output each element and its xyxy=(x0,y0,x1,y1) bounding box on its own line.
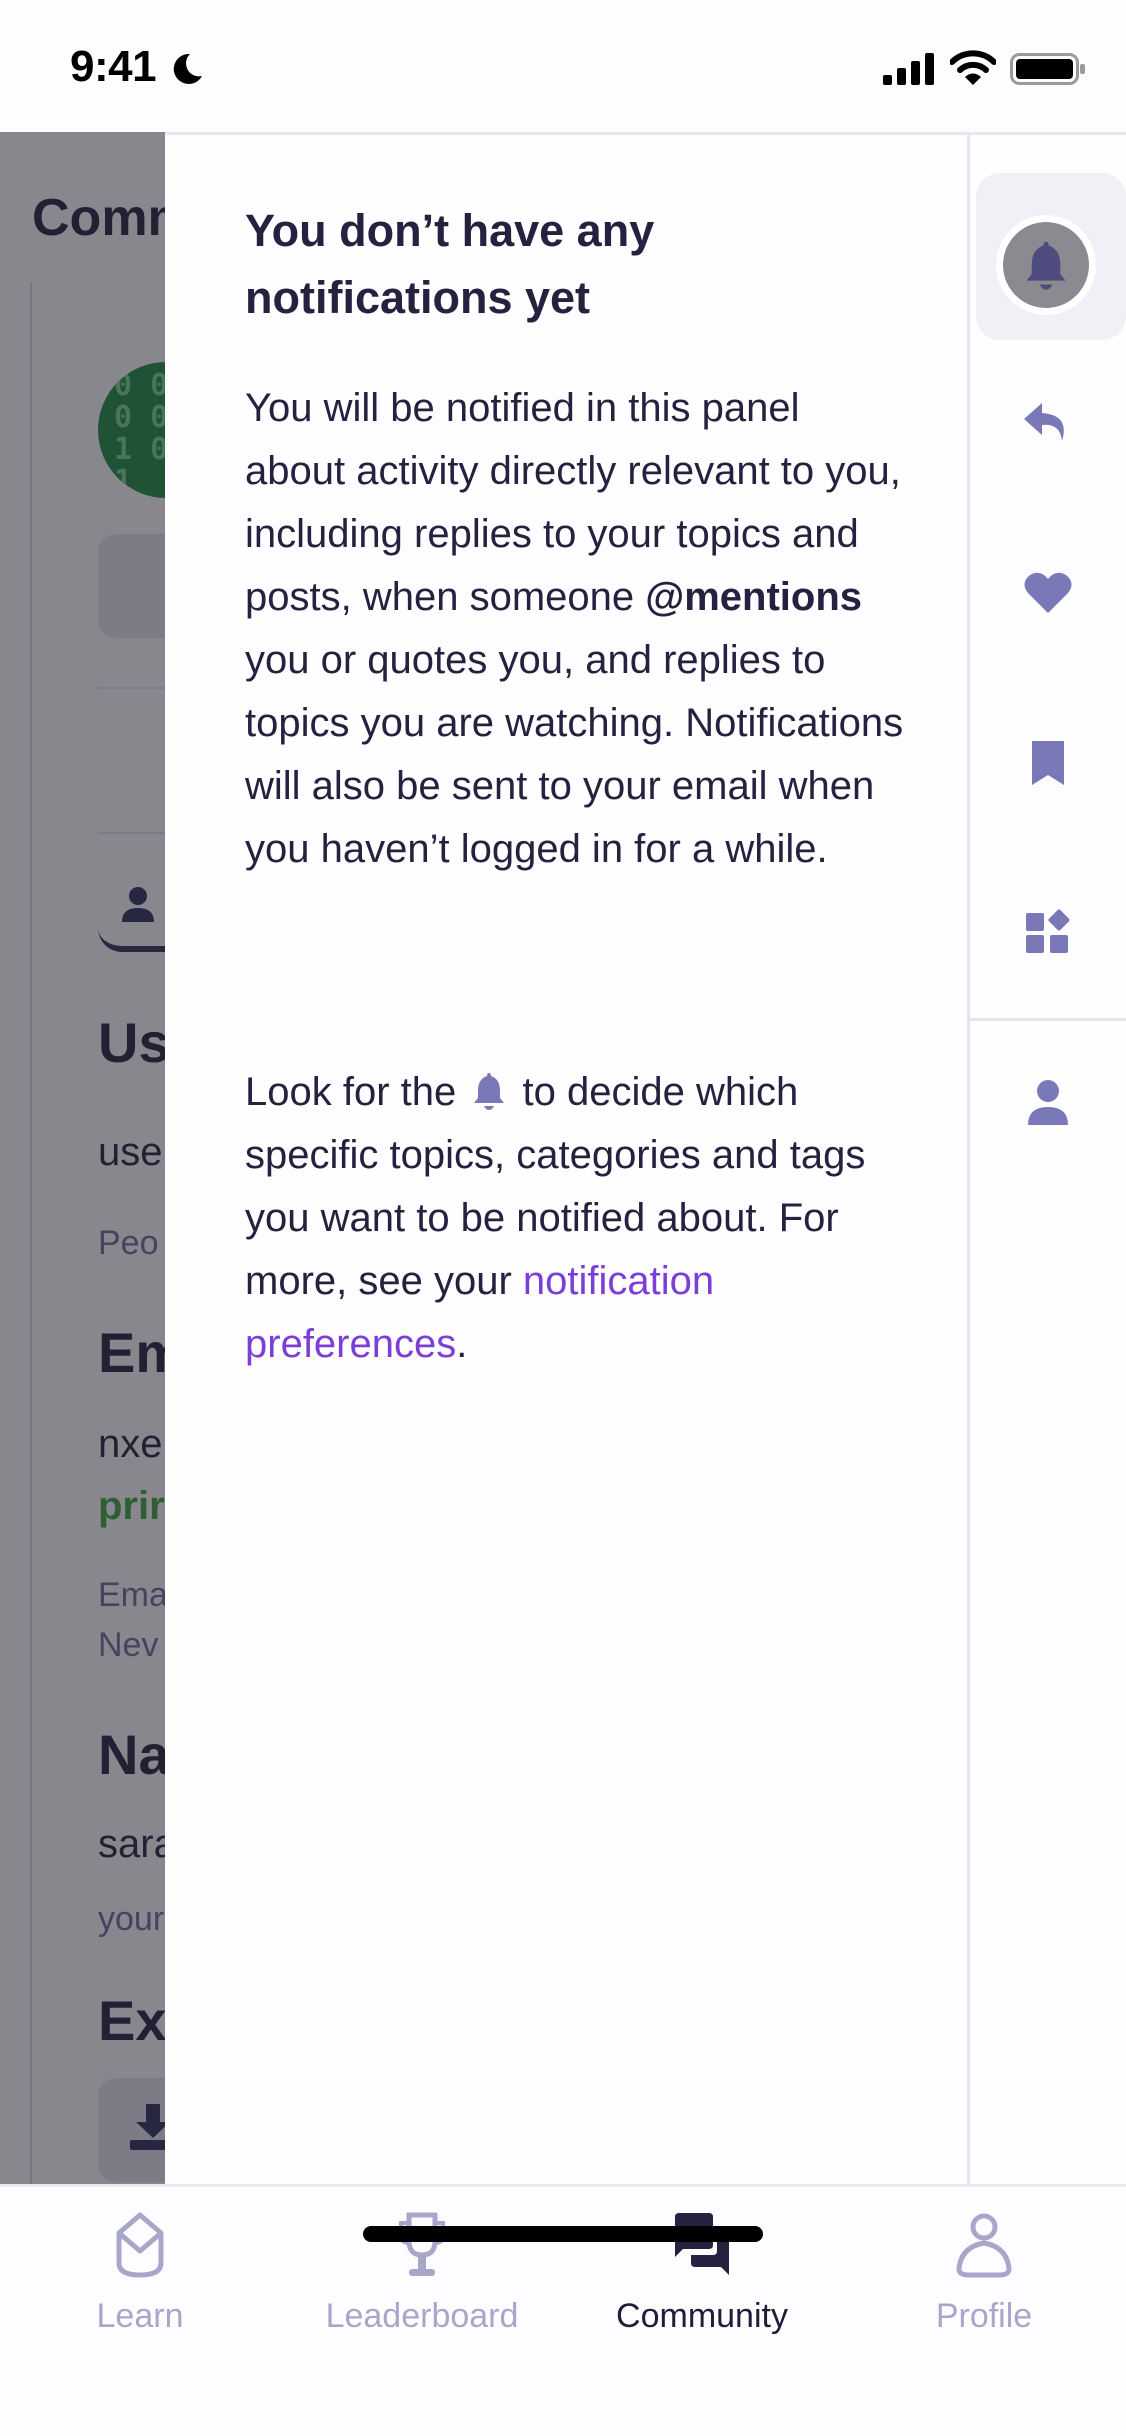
mention-text: @mentions xyxy=(645,575,863,619)
bookmark-icon[interactable] xyxy=(1022,737,1074,789)
battery-icon xyxy=(1010,53,1085,85)
tab-learn[interactable]: Learn xyxy=(20,2211,260,2341)
tab-label: Learn xyxy=(96,2297,184,2335)
tab-label: Community xyxy=(616,2297,788,2335)
moon-icon xyxy=(173,53,202,84)
dim-overlay[interactable] xyxy=(0,132,166,2184)
wifi-icon xyxy=(950,50,996,85)
tab-profile[interactable]: Profile xyxy=(864,2211,1104,2341)
cellular-signal-icon xyxy=(883,53,934,85)
home-indicator[interactable] xyxy=(363,2226,763,2242)
chat-bubbles-icon xyxy=(675,2213,729,2275)
tab-label: Profile xyxy=(935,2297,1033,2335)
person-icon xyxy=(956,2213,1012,2278)
bell-icon xyxy=(474,1073,505,1110)
heart-icon[interactable] xyxy=(1022,567,1074,619)
tab-label: Leaderboard xyxy=(325,2297,519,2335)
reply-icon[interactable] xyxy=(1022,397,1074,449)
notification-filter-rail xyxy=(967,132,1126,2184)
bell-icon xyxy=(1026,241,1066,290)
bottom-tab-bar: Learn Leaderboard Community Profile xyxy=(0,2184,1126,2436)
widgets-icon[interactable] xyxy=(1022,907,1074,959)
rail-item-all-notifications[interactable] xyxy=(976,173,1126,340)
empty-state-description: You will be notified in this panel about… xyxy=(245,386,904,871)
empty-state-hint: Look for the to decide which specific to… xyxy=(245,1070,866,1366)
rail-divider xyxy=(970,1018,1126,1021)
status-bar: 9:41 xyxy=(0,0,1126,132)
user-icon[interactable] xyxy=(1022,1077,1074,1129)
graduation-cap-icon xyxy=(116,2212,164,2278)
empty-state-title: You don’t have any notifications yet xyxy=(245,205,655,323)
notifications-panel: You don’t have any notifications yet You… xyxy=(165,132,967,2184)
status-time: 9:41 xyxy=(70,42,157,91)
trophy-icon xyxy=(399,2212,445,2276)
